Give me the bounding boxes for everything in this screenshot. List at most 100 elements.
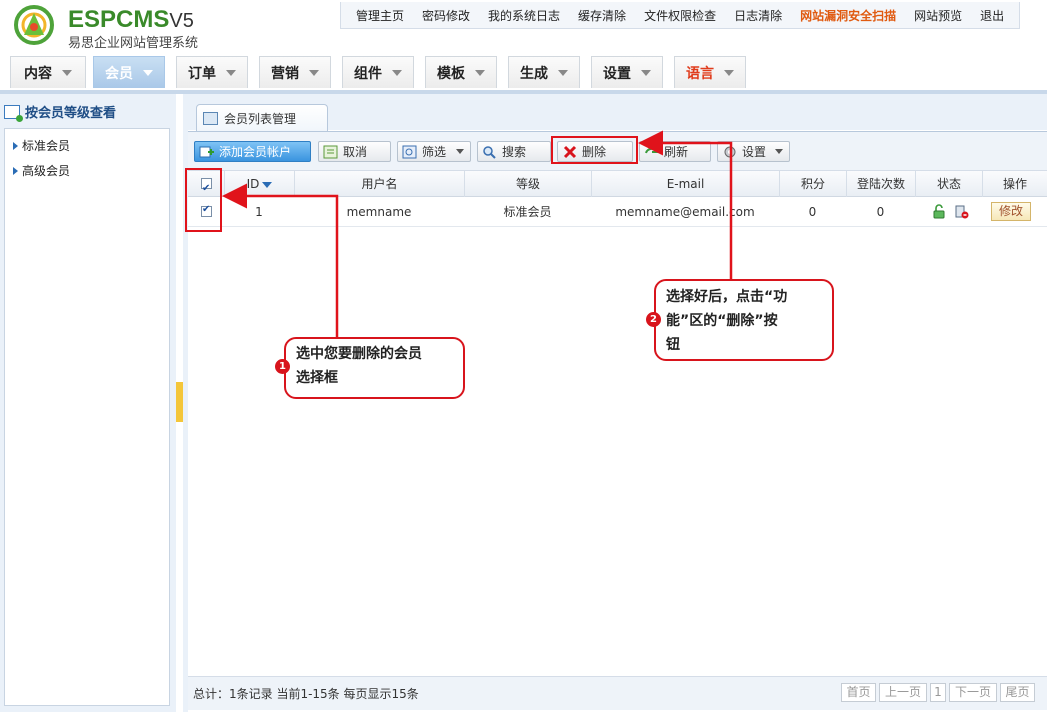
search-icon <box>482 145 498 159</box>
chevron-down-icon <box>724 69 734 76</box>
tab-label: 营销 <box>271 65 299 82</box>
topnav-home[interactable]: 管理主页 <box>347 7 413 24</box>
collapse-sidebar-handle[interactable] <box>176 382 183 422</box>
tab-label: 订单 <box>188 65 216 82</box>
triangle-right-icon <box>13 141 18 150</box>
sidebar-title-label: 按会员等级查看 <box>25 106 117 121</box>
pager-prev[interactable]: 上一页 <box>879 683 927 702</box>
callout-step1-line1: 选中您要删除的会员 <box>296 346 422 362</box>
header-points: 积分 <box>779 171 846 197</box>
delete-highlight <box>551 136 638 164</box>
chevron-down-icon <box>226 69 236 76</box>
tab-components[interactable]: 组件 <box>342 56 414 88</box>
settings-button[interactable]: 设置 <box>717 141 790 162</box>
callout-step2-line3: 钮 <box>666 337 680 353</box>
logo-subtitle: 易思企业网站管理系统 <box>68 36 199 51</box>
tab-label: 模板 <box>437 65 465 82</box>
filter-label: 筛选 <box>422 145 447 159</box>
add-member-button[interactable]: 添加会员帐户 <box>194 141 311 162</box>
record-summary: 总计：1条记录 当前1-15条 每页显示15条 <box>193 687 419 701</box>
callout-step2-line1: 选择好后，点击“功 <box>666 289 788 305</box>
sidebar-item-label: 高级会员 <box>22 164 71 178</box>
refresh-button[interactable]: 刷新 <box>639 141 711 162</box>
tab-content[interactable]: 内容 <box>10 56 86 88</box>
pager-next[interactable]: 下一页 <box>949 683 997 702</box>
sidebar-item-label: 标准会员 <box>22 139 71 153</box>
topnav-clear-log[interactable]: 日志清除 <box>725 7 791 24</box>
cancel-label: 取消 <box>343 145 368 159</box>
pager-last[interactable]: 尾页 <box>1000 683 1035 702</box>
cancel-button[interactable]: 取消 <box>318 141 391 162</box>
chevron-down-icon <box>775 149 783 154</box>
topnav-password[interactable]: 密码修改 <box>413 7 479 24</box>
sidebar-panel: 标准会员 高级会员 <box>4 128 170 706</box>
user-disable-icon[interactable] <box>954 204 969 219</box>
header-logins: 登陆次数 <box>846 171 915 197</box>
cancel-icon <box>323 145 339 159</box>
main-tabs-bar: 内容 会员 订单 营销 组件 模板 生成 设置 语言 <box>0 52 1047 94</box>
header-email: E-mail <box>591 171 779 197</box>
topnav-security-scan[interactable]: 网站漏洞安全扫描 <box>791 7 905 24</box>
tab-members[interactable]: 会员 <box>93 56 165 88</box>
tab-member-list[interactable]: 会员列表管理 <box>196 104 328 131</box>
tab-templates[interactable]: 模板 <box>425 56 497 88</box>
espcms-logo-icon <box>14 5 54 45</box>
callout-step2: 选择好后，点击“功 能”区的“删除”按 钮 <box>654 279 834 361</box>
pager-first[interactable]: 首页 <box>841 683 876 702</box>
chevron-down-icon <box>392 69 402 76</box>
checkbox-highlight <box>185 168 222 232</box>
tab-label: 设置 <box>603 65 631 82</box>
filter-icon <box>402 145 418 159</box>
panel-tab-label: 会员列表管理 <box>224 111 297 126</box>
chevron-down-icon <box>309 69 319 76</box>
tab-label: 生成 <box>520 65 548 82</box>
search-button[interactable]: 搜索 <box>477 141 551 162</box>
window-icon <box>203 111 218 125</box>
tab-label: 组件 <box>354 65 382 82</box>
add-member-label: 添加会员帐户 <box>219 145 292 159</box>
header-id-label: ID <box>246 177 260 191</box>
tab-language[interactable]: 语言 <box>674 56 746 88</box>
header-id[interactable]: ID <box>224 171 294 197</box>
topnav-mylog[interactable]: 我的系统日志 <box>479 7 569 24</box>
tab-orders[interactable]: 订单 <box>176 56 248 88</box>
folder-add-icon <box>4 104 23 122</box>
topnav-clear-cache[interactable]: 缓存清除 <box>569 7 635 24</box>
row-username: memname <box>346 205 412 219</box>
sidebar-item-standard[interactable]: 标准会员 <box>13 137 70 154</box>
chevron-down-icon <box>558 69 568 76</box>
sort-desc-icon <box>262 181 273 188</box>
header-username: 用户名 <box>294 171 464 197</box>
chevron-down-icon <box>456 149 464 154</box>
pager-page-1[interactable]: 1 <box>930 683 946 702</box>
step-2-badge: 2 <box>646 312 661 327</box>
row-points: 0 <box>808 205 817 219</box>
chevron-down-icon <box>62 69 72 76</box>
refresh-label: 刷新 <box>664 145 689 159</box>
edit-button[interactable]: 修改 <box>991 202 1031 221</box>
topnav-file-permissions[interactable]: 文件权限检查 <box>635 7 725 24</box>
topnav-preview[interactable]: 网站预览 <box>905 7 971 24</box>
header-status: 状态 <box>915 171 982 197</box>
header-level: 等级 <box>464 171 591 197</box>
logo-title: ESPCMSV5 <box>68 6 194 33</box>
triangle-right-icon <box>13 166 18 175</box>
topnav-logout[interactable]: 退出 <box>971 7 1013 24</box>
tab-settings[interactable]: 设置 <box>591 56 663 88</box>
tab-generate[interactable]: 生成 <box>508 56 580 88</box>
row-email: memname@email.com <box>615 205 755 219</box>
row-logins: 0 <box>876 205 885 219</box>
tab-label: 语言 <box>686 65 714 82</box>
top-navigation: 管理主页 密码修改 我的系统日志 缓存清除 文件权限检查 日志清除 网站漏洞安全… <box>340 2 1021 29</box>
unlock-icon[interactable] <box>932 204 946 219</box>
filter-button[interactable]: 筛选 <box>397 141 471 162</box>
header-actions: 操作 <box>982 171 1047 197</box>
sidebar-item-premium[interactable]: 高级会员 <box>13 162 70 179</box>
step-1-badge: 1 <box>275 359 290 374</box>
row-level: 标准会员 <box>503 205 552 219</box>
tab-marketing[interactable]: 营销 <box>259 56 331 88</box>
tab-label: 内容 <box>24 65 52 82</box>
user-add-icon <box>199 145 215 159</box>
chevron-down-icon <box>475 69 485 76</box>
refresh-icon <box>644 145 660 159</box>
